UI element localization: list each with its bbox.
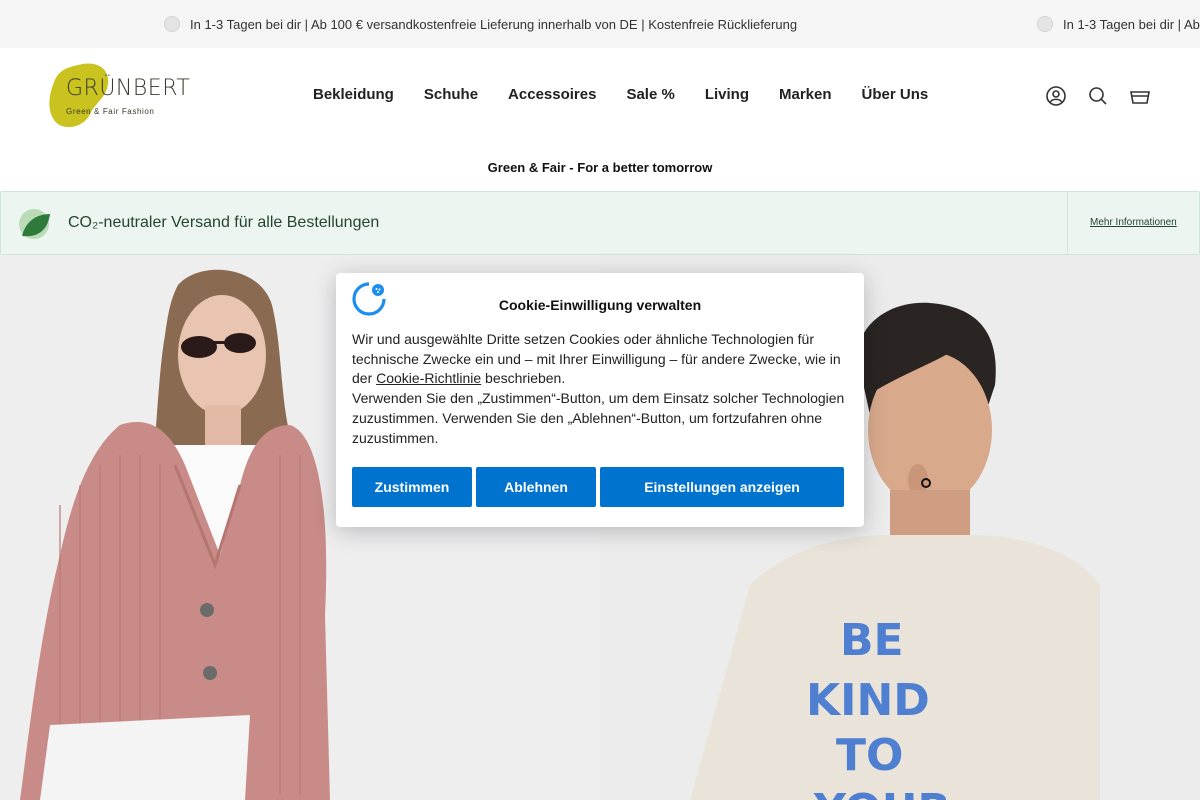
announcement-dot-icon[interactable] (1037, 16, 1053, 32)
reject-button[interactable]: Ablehnen (476, 467, 596, 507)
announcement-text: In 1-3 Tagen bei dir | Ab 100 € versandk… (1063, 16, 1200, 32)
more-info-link[interactable]: Mehr Informationen (1090, 217, 1177, 228)
cookie-buttons: Zustimmen Ablehnen Einstellungen anzeige… (352, 467, 844, 507)
co2-divider (1067, 192, 1068, 254)
nav-item-ueber-uns[interactable]: Über Uns (862, 86, 929, 103)
announcement-item: In 1-3 Tagen bei dir | Ab 100 € versandk… (1037, 0, 1200, 48)
nav-item-marken[interactable]: Marken (779, 86, 832, 103)
shirt-print-line: YOUR (813, 785, 951, 800)
shirt-print-line: BE (840, 615, 904, 666)
cookie-dialog-body: Wir und ausgewählte Dritte setzen Cookie… (352, 330, 852, 448)
logo-name: GRÜNBERT (66, 76, 191, 101)
announcement-text: In 1-3 Tagen bei dir | Ab 100 € versandk… (190, 16, 798, 32)
shirt-print-line: TO (836, 730, 903, 781)
cookie-body-text: beschrieben. (481, 370, 566, 387)
cookie-body-text: Verwenden Sie den „Zustimmen“-Button, um… (352, 390, 845, 446)
main-nav: Bekleidung Schuhe Accessoires Sale % Liv… (313, 86, 928, 103)
co2-banner: CO₂-neutraler Versand für alle Bestellun… (0, 191, 1200, 255)
nav-item-accessoires[interactable]: Accessoires (508, 86, 596, 103)
nav-item-living[interactable]: Living (705, 86, 749, 103)
nav-item-schuhe[interactable]: Schuhe (424, 86, 478, 103)
logo-subtitle: Green & Fair Fashion (66, 107, 155, 116)
tagline: Green & Fair - For a better tomorrow (487, 160, 713, 175)
shirt-print-line: KIND (806, 675, 930, 726)
search-icon[interactable] (1088, 86, 1108, 106)
nav-item-sale[interactable]: Sale % (626, 86, 674, 103)
nav-item-bekleidung[interactable]: Bekleidung (313, 86, 394, 103)
show-settings-button[interactable]: Einstellungen anzeigen (600, 467, 844, 507)
announcement-bar: In 1-3 Tagen bei dir | Ab 100 € versandk… (0, 0, 1200, 48)
leaf-icon (19, 209, 50, 239)
cookie-dialog-title: Cookie-Einwilligung verwalten (498, 297, 702, 313)
co2-banner-text: CO₂-neutraler Versand für alle Bestellun… (68, 214, 380, 231)
announcement-item: In 1-3 Tagen bei dir | Ab 100 € versandk… (164, 0, 797, 48)
announcement-dot-icon[interactable] (164, 16, 180, 32)
account-icon[interactable] (1046, 86, 1066, 106)
logo[interactable]: GRÜNBERT Green & Fair Fashion (48, 62, 190, 132)
cookie-policy-link[interactable]: Cookie-Richtlinie (376, 370, 481, 386)
cart-icon[interactable] (1130, 86, 1150, 106)
accept-button[interactable]: Zustimmen (352, 467, 472, 507)
site-header: GRÜNBERT Green & Fair Fashion Bekleidung… (0, 48, 1200, 146)
header-icons (1046, 86, 1150, 106)
cookie-consent-dialog: Cookie-Einwilligung verwalten Wir und au… (336, 273, 864, 527)
